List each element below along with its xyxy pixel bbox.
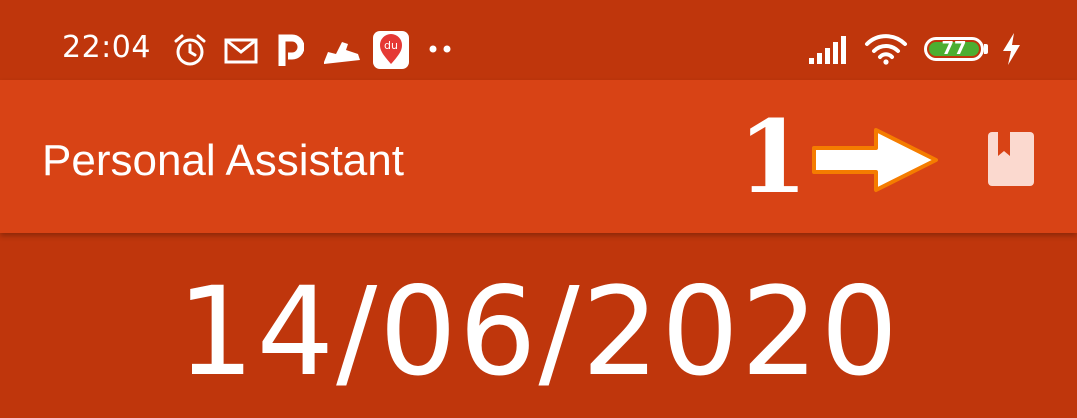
annotation-number: 1	[738, 98, 808, 216]
app-title: Personal Assistant	[42, 136, 404, 185]
signal-icon	[809, 36, 846, 64]
more-dots-icon	[429, 45, 451, 53]
bookmark-button[interactable]	[970, 120, 1050, 200]
bookmark-icon	[988, 132, 1034, 186]
p-app-icon	[278, 34, 304, 66]
charging-icon	[1003, 33, 1020, 65]
battery-tip	[984, 44, 988, 54]
battery-level: 77	[941, 38, 967, 59]
status-time: 22:04	[62, 30, 151, 65]
svg-text:du: du	[384, 39, 398, 52]
shoe-icon	[324, 42, 360, 64]
wifi-icon	[865, 34, 907, 65]
date-display: 14/06/2020	[176, 261, 901, 403]
du-map-icon: du	[373, 31, 409, 69]
battery-icon: 77	[924, 37, 984, 61]
mail-icon	[224, 38, 258, 64]
alarm-icon	[174, 34, 206, 66]
app-bar: Personal Assistant 1	[0, 80, 1077, 233]
annotation-arrow-icon	[812, 128, 938, 192]
